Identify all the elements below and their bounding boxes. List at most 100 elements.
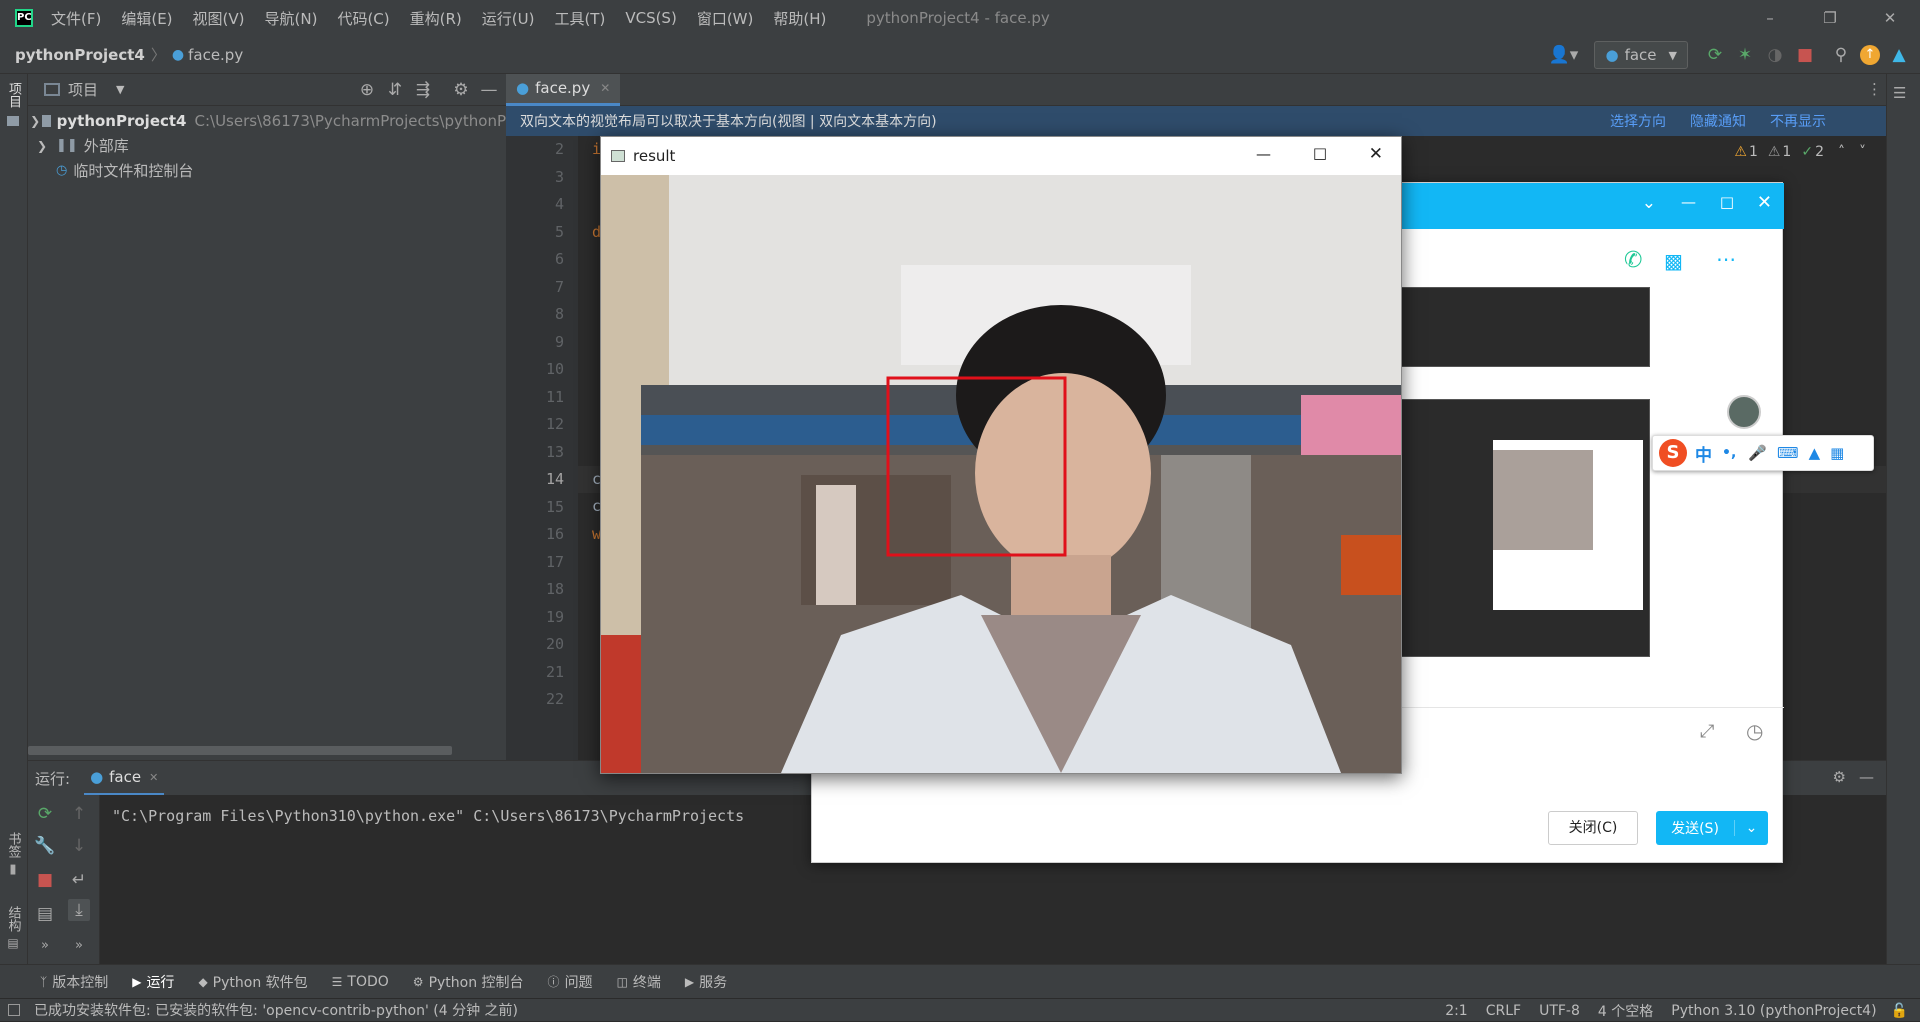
user-icon[interactable]: 👤▾	[1546, 44, 1580, 66]
ime-mode[interactable]: 中	[1695, 441, 1712, 466]
status-square-icon[interactable]	[8, 1004, 20, 1016]
scroll-to-end-icon[interactable]: ⤓	[68, 899, 90, 921]
menu-item[interactable]: 编辑(E)	[121, 8, 172, 29]
bottom-tab[interactable]: ⚙ Python 控制台	[413, 972, 524, 992]
project-tool-tab[interactable]: 项目	[3, 82, 23, 126]
rerun-icon[interactable]: ⟳	[1704, 44, 1726, 66]
hide-icon[interactable]: —	[478, 79, 500, 101]
menu-item[interactable]: 代码(C)	[337, 8, 389, 29]
keyboard-icon[interactable]: ⌨	[1777, 444, 1799, 462]
hide-icon[interactable]: —	[1859, 768, 1874, 786]
expand-all-icon[interactable]: ⇵	[384, 79, 406, 101]
update-icon[interactable]: ↑	[1860, 45, 1880, 65]
expand-icon[interactable]: ⤢	[1700, 721, 1714, 742]
history-icon[interactable]: ◷	[1746, 719, 1763, 743]
choose-direction-link[interactable]: 选择方向	[1610, 111, 1666, 131]
chevron-down-icon[interactable]: ⌄	[1734, 820, 1768, 836]
coverage-icon[interactable]: ◑	[1764, 44, 1786, 66]
status-message[interactable]: 已成功安装软件包: 已安装的软件包: 'opencv-contrib-pytho…	[34, 1000, 518, 1020]
menu-item[interactable]: VCS(S)	[625, 9, 676, 27]
search-icon[interactable]: ⚲	[1830, 44, 1852, 66]
wrench-icon[interactable]: 🔧	[34, 835, 56, 857]
more-options-icon[interactable]: ⋯	[1716, 247, 1736, 271]
caret-position[interactable]: 2:1	[1445, 1003, 1468, 1019]
hide-notification-link[interactable]: 隐藏通知	[1690, 111, 1746, 131]
stop-icon[interactable]: ■	[34, 869, 56, 891]
minimize-icon[interactable]: —	[1681, 193, 1696, 211]
python-interpreter[interactable]: Python 3.10 (pythonProject4)	[1671, 1003, 1876, 1019]
locate-icon[interactable]: ⊕	[356, 79, 378, 101]
horizontal-scrollbar[interactable]	[28, 746, 452, 755]
maximize-icon[interactable]: □	[1720, 193, 1734, 211]
stop-icon[interactable]: ■	[1794, 44, 1816, 66]
menu-item[interactable]: 运行(U)	[482, 8, 535, 29]
dont-show-again-link[interactable]: 不再显示	[1770, 111, 1826, 131]
layout-icon[interactable]: ▤	[34, 903, 56, 925]
chevron-down-icon[interactable]: ▼	[116, 83, 124, 96]
close-icon[interactable]: ✕	[1757, 192, 1772, 213]
collapse-all-icon[interactable]: ⇶	[412, 79, 434, 101]
bottom-tab[interactable]: ▶ 服务	[685, 972, 727, 992]
bottom-tab[interactable]: ⓘ 问题	[548, 972, 593, 992]
gear-icon[interactable]: ⚙	[1833, 768, 1846, 786]
run-tab-face[interactable]: ● face ✕	[84, 761, 165, 795]
notifications-icon[interactable]: ☰	[1893, 84, 1906, 102]
next-highlight-icon[interactable]: ˅	[1859, 144, 1866, 160]
restore-icon[interactable]: ❐	[1800, 9, 1860, 27]
breadcrumb-file[interactable]: face.py	[188, 46, 243, 64]
close-button[interactable]: 关闭(C)	[1548, 811, 1638, 845]
minimize-icon[interactable]: —	[1256, 145, 1271, 163]
menu-item[interactable]: 帮助(H)	[773, 8, 826, 29]
menu-item[interactable]: 视图(V)	[193, 8, 245, 29]
close-icon[interactable]: ✕	[1369, 144, 1383, 164]
bottom-tab[interactable]: ◫ 终端	[617, 972, 661, 992]
avatar[interactable]	[1727, 395, 1761, 429]
console-output[interactable]: "C:\Program Files\Python310\python.exe" …	[112, 807, 744, 825]
maximize-icon[interactable]: □	[1313, 144, 1327, 162]
inspection-widget[interactable]: ⚠ 1 ⚠ 1 ✓ 2 ˄ ˅	[1734, 144, 1866, 160]
tree-item-scratches[interactable]: ◷ 临时文件和控制台	[28, 158, 506, 183]
structure-tool-tab[interactable]: 结构 ▤	[3, 906, 23, 950]
scroll-down-icon[interactable]: ↓	[68, 835, 90, 857]
more-icon[interactable]: »	[34, 935, 56, 957]
bottom-tab[interactable]: ☰ TODO	[332, 974, 389, 990]
menu-item[interactable]: 重构(R)	[410, 8, 462, 29]
close-tab-icon[interactable]: ✕	[600, 81, 610, 95]
menu-item[interactable]: 导航(N)	[265, 8, 318, 29]
soft-wrap-icon[interactable]: ↵	[68, 869, 90, 891]
prev-highlight-icon[interactable]: ˄	[1838, 144, 1845, 160]
editor-tab-face-py[interactable]: ● face.py ✕	[506, 73, 621, 106]
menu-item[interactable]: 工具(T)	[554, 8, 605, 29]
menu-item[interactable]: 窗口(W)	[697, 8, 754, 29]
line-separator[interactable]: CRLF	[1486, 1003, 1521, 1019]
tree-item-external-libraries[interactable]: ❯ ❚❚ 外部库	[28, 133, 506, 158]
chevron-down-icon[interactable]: ⌄	[1642, 193, 1656, 213]
bottom-tab[interactable]: ᛉ 版本控制	[40, 972, 108, 992]
breadcrumb-project[interactable]: pythonProject4	[15, 46, 145, 64]
more-icon[interactable]: »	[68, 935, 90, 957]
gear-icon[interactable]: ⚙	[450, 79, 472, 101]
bottom-tab[interactable]: ◆ Python 软件包	[198, 972, 307, 992]
close-icon[interactable]: ✕	[1860, 9, 1920, 27]
plugin-icon[interactable]: ▲	[1888, 44, 1910, 66]
file-encoding[interactable]: UTF-8	[1539, 1003, 1580, 1019]
video-call-icon[interactable]: ▩	[1664, 249, 1683, 273]
lock-icon[interactable]: 🔓	[1891, 1003, 1908, 1019]
sogou-logo-icon[interactable]: S	[1659, 439, 1687, 467]
bookmarks-tool-tab[interactable]: 书签 ▮	[3, 832, 23, 877]
project-view-label[interactable]: 项目	[68, 79, 98, 100]
tree-item-project[interactable]: ❯ pythonProject4 C:\Users\86173\PycharmP…	[28, 108, 506, 133]
scroll-up-icon[interactable]: ↑	[68, 803, 90, 825]
ime-punctuation[interactable]: •,	[1722, 445, 1736, 461]
minimize-icon[interactable]: –	[1740, 9, 1800, 27]
debug-icon[interactable]: ✶	[1734, 44, 1756, 66]
send-button[interactable]: 发送(S) ⌄	[1656, 811, 1768, 845]
indent-setting[interactable]: 4 个空格	[1598, 1001, 1653, 1021]
bottom-tab[interactable]: ▶ 运行	[132, 972, 174, 992]
close-tab-icon[interactable]: ✕	[149, 771, 158, 784]
more-options-icon[interactable]: ⋮	[1867, 80, 1882, 98]
run-config-selector[interactable]: ● face ▼	[1594, 41, 1688, 69]
menu-item[interactable]: 文件(F)	[51, 8, 101, 29]
rerun-icon[interactable]: ⟳	[34, 803, 56, 825]
skin-icon[interactable]: ▲	[1809, 444, 1821, 462]
